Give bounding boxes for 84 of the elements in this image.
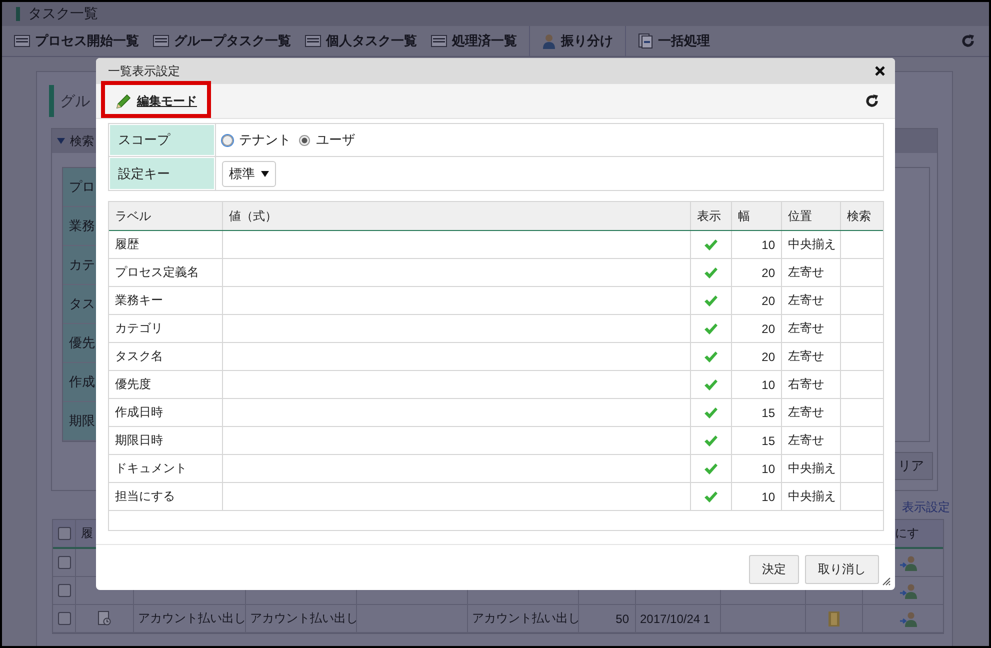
resize-grip-icon[interactable] (881, 576, 891, 586)
table-cell: 左寄せ (782, 315, 841, 342)
checkbox[interactable] (58, 612, 70, 625)
page-heading: グル (60, 92, 90, 110)
table-row[interactable]: ドキュメント 10 中央揃え (109, 455, 883, 483)
door-icon[interactable] (828, 610, 840, 626)
form-label: スコープ (109, 124, 215, 156)
list-icon (305, 35, 321, 47)
table-cell: 業務キー (109, 287, 223, 314)
table-cell: カテゴリ (109, 315, 223, 342)
table-row[interactable]: カテゴリ 20 左寄せ (109, 315, 883, 343)
table-cell: 作成日時 (109, 399, 223, 426)
table-cell: 担当にする (109, 483, 223, 510)
form-label: 設定キー (109, 157, 215, 190)
table-cell: 10 (732, 455, 782, 482)
table-cell: アカウント払い出し (246, 605, 357, 632)
search-title: 検索 (70, 132, 94, 150)
table-cell: アカウント払い出し (468, 605, 579, 632)
table-row[interactable]: 業務キー 20 左寄せ (109, 287, 883, 315)
history-icon[interactable] (98, 611, 111, 626)
person-icon (542, 33, 556, 49)
table-cell: 左寄せ (782, 427, 841, 454)
caret-icon (261, 170, 269, 176)
table-cell: アカウント払い出し (134, 605, 246, 632)
close-icon[interactable] (875, 66, 885, 76)
column-header: にす (894, 525, 920, 542)
column-header: 表示 (691, 202, 732, 230)
table-cell: ドキュメント (109, 455, 223, 482)
table-cell: 右寄せ (782, 371, 841, 398)
edit-mode-link[interactable]: 編集モード (137, 92, 197, 110)
list-icon (14, 35, 30, 47)
table-cell: 20 (732, 343, 782, 370)
dialog-title: 一覧表示設定 (108, 62, 180, 80)
dialog-button[interactable]: 決定 (749, 555, 799, 584)
table-row[interactable]: プロセス定義名 20 左寄せ (109, 259, 883, 287)
list-icon (153, 35, 169, 47)
table-cell: 優先度 (109, 371, 223, 398)
table-cell: 10 (732, 231, 782, 258)
radio-option[interactable]: ユーザ (299, 131, 355, 149)
table-cell: 20 (732, 287, 782, 314)
table-cell: 中央揃え (782, 483, 841, 510)
table-cell: 10 (732, 483, 782, 510)
table-cell: 中央揃え (782, 455, 841, 482)
checkbox[interactable] (58, 584, 70, 597)
table-cell: 20 (732, 259, 782, 286)
table-cell: 左寄せ (782, 287, 841, 314)
table-cell: タスク名 (109, 343, 223, 370)
assign-person-icon[interactable] (900, 582, 918, 598)
refresh-icon[interactable] (865, 94, 879, 108)
dialog-button[interactable]: 取り消し (805, 555, 879, 584)
column-header: 幅 (732, 202, 782, 230)
table-cell: 2017/10/24 1 (636, 605, 721, 632)
checkbox[interactable] (58, 527, 70, 540)
table-cell: 左寄せ (782, 399, 841, 426)
document-icon (638, 33, 653, 49)
table-cell: 15 (732, 427, 782, 454)
table-row[interactable]: 担当にする 10 中央揃え (109, 483, 883, 511)
list-icon (431, 35, 447, 47)
radio-option[interactable]: テナント (222, 131, 291, 149)
table-cell: 20 (732, 315, 782, 342)
checkbox[interactable] (58, 556, 70, 569)
setting-key-dropdown[interactable]: 標準 (222, 160, 276, 186)
assign-person-icon[interactable] (900, 610, 918, 626)
table-cell: 15 (732, 399, 782, 426)
table-cell: 履歴 (109, 231, 223, 258)
pencil-icon (116, 94, 131, 108)
table-row[interactable]: 履歴 10 中央揃え (109, 231, 883, 259)
table-row[interactable]: 期限日時 15 左寄せ (109, 427, 883, 455)
table-cell: プロセス定義名 (109, 259, 223, 286)
table-cell: 左寄せ (782, 343, 841, 370)
table-cell: 50 (579, 605, 636, 632)
table-cell: 期限日時 (109, 427, 223, 454)
table-cell: 10 (732, 371, 782, 398)
table-row[interactable]: タスク名 20 左寄せ (109, 343, 883, 371)
assign-person-icon[interactable] (900, 554, 918, 570)
column-header: 値（式） (223, 202, 691, 230)
table-cell: 中央揃え (782, 231, 841, 258)
column-header: 検索 (846, 208, 872, 224)
app-title: タスク一覧 (28, 5, 98, 23)
table-row[interactable]: 優先度 10 右寄せ (109, 371, 883, 399)
table-cell: 左寄せ (782, 259, 841, 286)
column-header: ラベル (109, 202, 223, 230)
column-header: 位置 (782, 202, 841, 230)
table-row[interactable]: 作成日時 15 左寄せ (109, 399, 883, 427)
